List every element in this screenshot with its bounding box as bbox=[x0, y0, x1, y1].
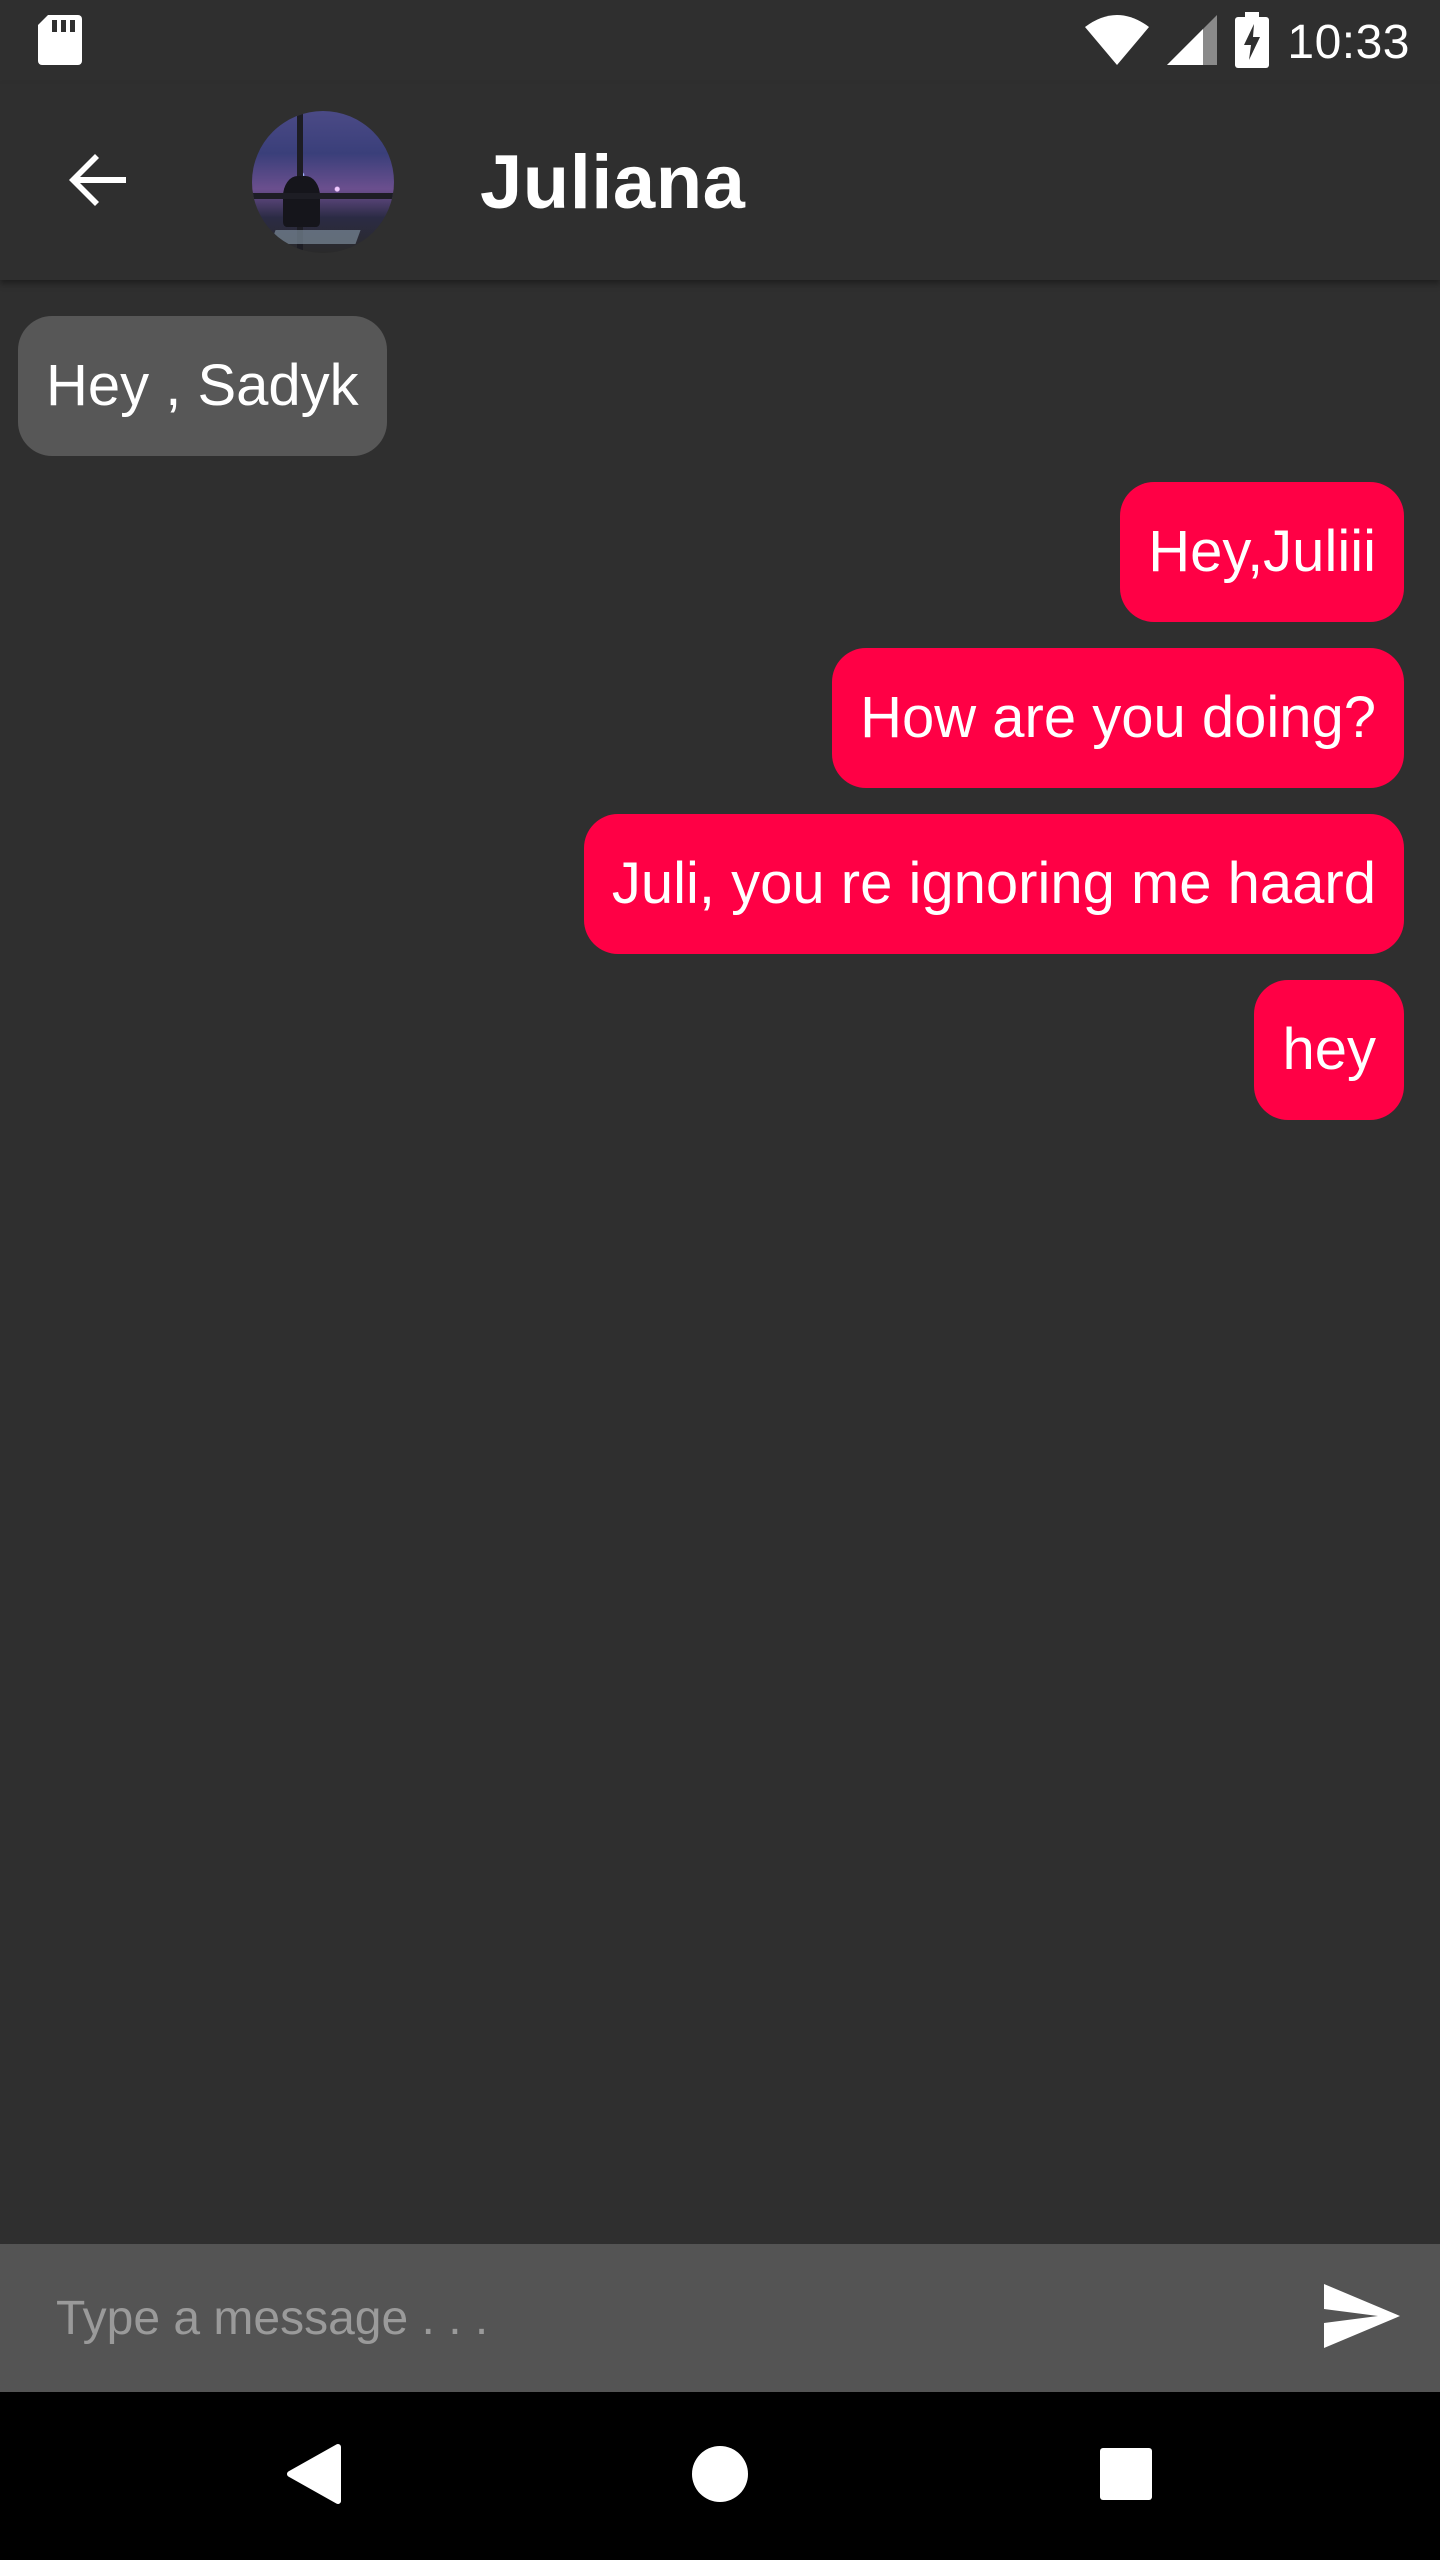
nav-back-button[interactable] bbox=[244, 2406, 384, 2546]
message-composer bbox=[0, 2244, 1440, 2392]
nav-recents-button[interactable] bbox=[1056, 2406, 1196, 2546]
message-list[interactable]: Hey , Sadyk Hey,Juliii How are you doing… bbox=[0, 280, 1440, 2244]
send-icon bbox=[1324, 2283, 1400, 2353]
nav-back-icon bbox=[286, 2443, 342, 2510]
arrow-back-icon bbox=[66, 148, 130, 217]
nav-home-icon bbox=[691, 2445, 749, 2508]
back-button[interactable] bbox=[38, 122, 158, 242]
avatar[interactable] bbox=[252, 111, 394, 253]
wifi-icon bbox=[1085, 14, 1150, 70]
message-input[interactable] bbox=[0, 2244, 1302, 2392]
chat-screen: 10:33 Juliana Hey , Sadyk Hey,Juliii How… bbox=[0, 0, 1440, 2560]
nav-recents-icon bbox=[1100, 2447, 1152, 2505]
outgoing-message-bubble[interactable]: Hey,Juliii bbox=[1120, 482, 1404, 622]
sd-card-icon bbox=[38, 14, 82, 70]
nav-home-button[interactable] bbox=[650, 2406, 790, 2546]
message-row: Hey,Juliii bbox=[0, 482, 1440, 622]
send-button[interactable] bbox=[1302, 2258, 1422, 2378]
message-row: Juli, you re ignoring me haard bbox=[0, 814, 1440, 954]
message-row: Hey , Sadyk bbox=[0, 316, 1440, 456]
outgoing-message-bubble[interactable]: hey bbox=[1254, 980, 1404, 1120]
contact-name: Juliana bbox=[480, 139, 746, 225]
outgoing-message-bubble[interactable]: How are you doing? bbox=[832, 648, 1404, 788]
incoming-message-bubble[interactable]: Hey , Sadyk bbox=[18, 316, 387, 456]
message-row: hey bbox=[0, 980, 1440, 1120]
system-nav-bar bbox=[0, 2392, 1440, 2560]
battery-charging-icon bbox=[1235, 11, 1270, 73]
cellular-signal-icon bbox=[1167, 14, 1218, 70]
outgoing-message-bubble[interactable]: Juli, you re ignoring me haard bbox=[583, 814, 1404, 954]
message-row: How are you doing? bbox=[0, 648, 1440, 788]
status-bar: 10:33 bbox=[0, 0, 1440, 84]
status-time: 10:33 bbox=[1287, 15, 1410, 69]
chat-header: Juliana bbox=[0, 84, 1440, 280]
